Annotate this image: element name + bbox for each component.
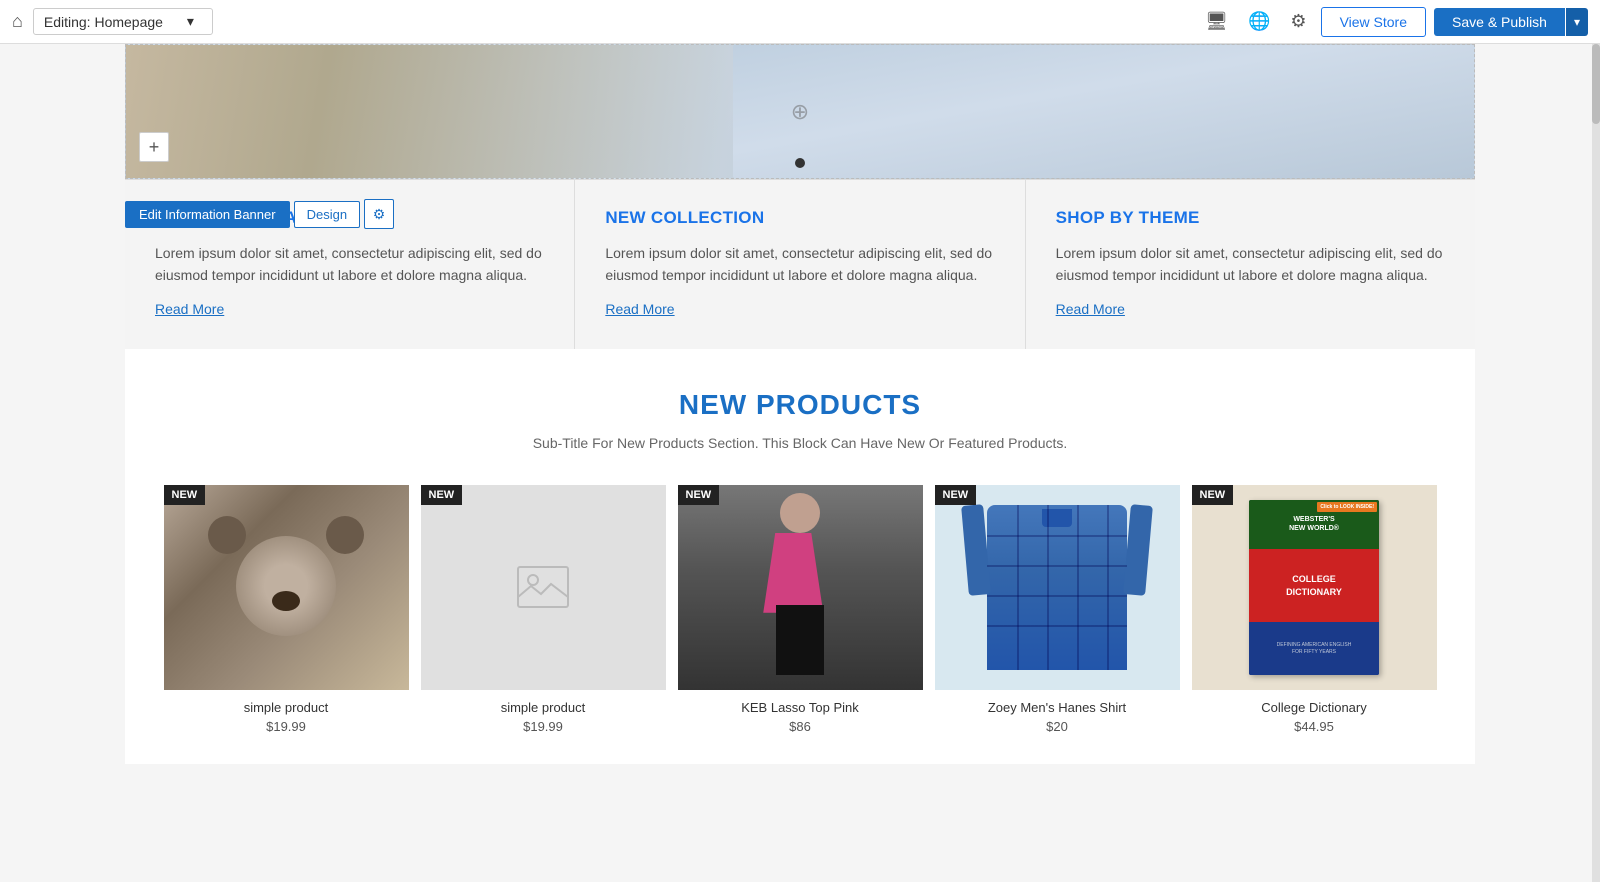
add-section-button[interactable]: + xyxy=(139,132,169,162)
product-card-koala[interactable]: NEW simple product $19.99 xyxy=(164,485,409,734)
product-price-placeholder: $19.99 xyxy=(421,719,666,734)
image-placeholder-icon xyxy=(421,485,666,690)
new-products-section: NEW PRODUCTS Sub-Title For New Products … xyxy=(125,349,1475,764)
main-content: ⊕ + Edit Information Banner Design ⚙ EXC… xyxy=(125,44,1475,764)
save-publish-dropdown-button[interactable]: ▾ xyxy=(1565,8,1588,36)
new-collection-body: Lorem ipsum dolor sit amet, consectetur … xyxy=(605,242,994,287)
toolbar-settings-button[interactable]: ⚙ xyxy=(364,199,394,229)
dropdown-arrow-icon: ▾ xyxy=(187,13,194,30)
edit-information-banner-button[interactable]: Edit Information Banner xyxy=(125,201,290,228)
product-price-dictionary: $44.95 xyxy=(1192,719,1437,734)
product-name-koala: simple product xyxy=(164,700,409,715)
hero-banner: ⊕ xyxy=(125,44,1475,179)
editing-dropdown[interactable]: Editing: Homepage ▾ xyxy=(33,8,213,35)
exclusive-brands-body: Lorem ipsum dolor sit amet, consectetur … xyxy=(155,242,544,287)
product-new-badge-pink: NEW xyxy=(678,485,720,505)
new-products-title: NEW PRODUCTS xyxy=(145,389,1455,421)
product-image-blue-shirt: NEW xyxy=(935,485,1180,690)
scrollbar-thumb[interactable] xyxy=(1592,44,1600,124)
product-image-placeholder: NEW xyxy=(421,485,666,690)
new-collection-read-more[interactable]: Read More xyxy=(605,301,674,317)
product-price-koala: $19.99 xyxy=(164,719,409,734)
product-card-blue-shirt[interactable]: NEW xyxy=(935,485,1180,734)
scrollbar[interactable] xyxy=(1592,44,1600,882)
product-new-badge-placeholder: NEW xyxy=(421,485,463,505)
new-products-subtitle: Sub-Title For New Products Section. This… xyxy=(145,435,1455,451)
info-card-shop-by-theme: SHOP BY THEME Lorem ipsum dolor sit amet… xyxy=(1026,180,1475,349)
product-name-pink-top: KEB Lasso Top Pink xyxy=(678,700,923,715)
settings-icon-button[interactable]: ⚙ xyxy=(1284,7,1312,36)
top-navigation: ⌂ Editing: Homepage ▾ 🖥 🌐 ⚙ View Store S… xyxy=(0,0,1600,44)
info-card-new-collection: NEW COLLECTION Lorem ipsum dolor sit ame… xyxy=(575,180,1025,349)
edit-banner-toolbar: Edit Information Banner Design ⚙ xyxy=(125,199,394,229)
settings-icon: ⚙ xyxy=(373,206,386,223)
product-name-placeholder: simple product xyxy=(421,700,666,715)
product-new-badge-blue-shirt: NEW xyxy=(935,485,977,505)
product-name-blue-shirt: Zoey Men's Hanes Shirt xyxy=(935,700,1180,715)
move-icon: ⊕ xyxy=(791,99,809,125)
products-grid: NEW simple product $19.99 NEW xyxy=(145,485,1455,734)
home-icon[interactable]: ⌂ xyxy=(12,11,23,32)
product-image-koala: NEW xyxy=(164,485,409,690)
save-publish-group: Save & Publish ▾ xyxy=(1434,8,1588,36)
product-new-badge-koala: NEW xyxy=(164,485,206,505)
save-publish-button[interactable]: Save & Publish xyxy=(1434,8,1565,36)
product-card-dictionary[interactable]: NEW WEBSTER'SNEW WORLD® COLLEGEDICTIONAR… xyxy=(1192,485,1437,734)
monitor-icon-button[interactable]: 🖥 xyxy=(1199,7,1234,36)
design-button[interactable]: Design xyxy=(294,201,360,228)
product-card-pink-top[interactable]: NEW KEB Lasso Top Pink $86 xyxy=(678,485,923,734)
product-card-placeholder[interactable]: NEW simple product $19.99 xyxy=(421,485,666,734)
product-image-pink-top: NEW xyxy=(678,485,923,690)
view-store-button[interactable]: View Store xyxy=(1321,7,1426,37)
product-new-badge-dictionary: NEW xyxy=(1192,485,1234,505)
carousel-dot-indicator[interactable] xyxy=(795,158,805,168)
globe-icon-button[interactable]: 🌐 xyxy=(1242,7,1276,36)
nav-right-controls: 🖥 🌐 ⚙ View Store Save & Publish ▾ xyxy=(1199,7,1588,37)
editing-label: Editing: Homepage xyxy=(44,14,163,30)
product-name-dictionary: College Dictionary xyxy=(1192,700,1437,715)
product-price-pink-top: $86 xyxy=(678,719,923,734)
shop-by-theme-body: Lorem ipsum dolor sit amet, consectetur … xyxy=(1056,242,1445,287)
product-price-blue-shirt: $20 xyxy=(935,719,1180,734)
product-image-dictionary: NEW WEBSTER'SNEW WORLD® COLLEGEDICTIONAR… xyxy=(1192,485,1437,690)
new-collection-title: NEW COLLECTION xyxy=(605,208,994,228)
exclusive-brands-read-more[interactable]: Read More xyxy=(155,301,224,317)
shop-by-theme-read-more[interactable]: Read More xyxy=(1056,301,1125,317)
shop-by-theme-title: SHOP BY THEME xyxy=(1056,208,1445,228)
